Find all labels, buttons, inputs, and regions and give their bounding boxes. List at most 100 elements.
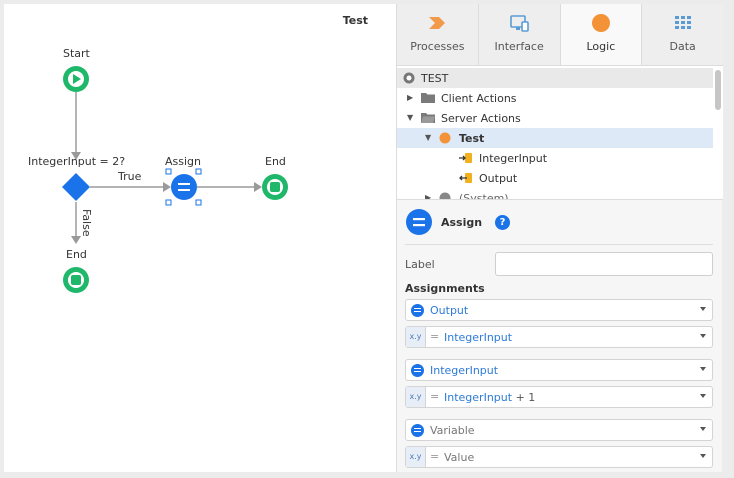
element-tree[interactable]: TEST ▶ Client Actions ▼ Server Actions ▼ <box>397 66 723 200</box>
equals-sign: = <box>430 390 440 403</box>
tree-scrollbar[interactable] <box>715 70 721 110</box>
tree-item-client-actions-label: Client Actions <box>441 92 517 105</box>
equals-sign: = <box>430 330 440 343</box>
chevron-down-icon <box>700 427 706 431</box>
interface-icon <box>510 15 529 32</box>
assignment-variable-placeholder: Variable <box>430 424 475 437</box>
processes-icon <box>429 17 446 29</box>
output-parameter-icon <box>459 173 472 183</box>
tree-item-root[interactable]: TEST <box>397 68 713 88</box>
assignment-expression: IntegerInput + 1 <box>444 391 535 404</box>
start-node[interactable] <box>63 66 89 92</box>
assignment-value-expression[interactable]: x.y = IntegerInput <box>405 326 713 348</box>
tree-item-system-label: (System) <box>459 192 509 200</box>
tab-data[interactable]: Data <box>642 4 723 65</box>
connector-if-to-assign <box>90 182 171 192</box>
tab-logic-label: Logic <box>586 40 616 53</box>
action-icon <box>439 132 451 144</box>
expression-editor-button[interactable]: x.y <box>406 387 426 407</box>
chevron-down-icon <box>700 307 706 311</box>
flow-diagram <box>62 66 288 293</box>
expression-operator: + 1 <box>515 391 536 404</box>
assign-label: Assign <box>165 155 201 168</box>
tree-item-input-param-label: IntegerInput <box>479 152 548 165</box>
label-caption: Label <box>405 258 435 271</box>
variable-icon <box>411 424 424 437</box>
properties-panel: Assign ? Label Assignments Output x.y = … <box>397 200 723 472</box>
properties-header: Assign ? <box>405 208 705 236</box>
folder-open-icon <box>421 113 435 123</box>
tab-logic[interactable]: Logic <box>560 4 643 65</box>
connector-assign-to-end <box>197 182 262 192</box>
end-right-label: End <box>265 155 286 168</box>
chevron-down-icon <box>700 367 706 371</box>
variable-icon <box>411 364 424 377</box>
start-label: Start <box>63 47 90 60</box>
system-icon <box>439 192 451 199</box>
assignment-variable-select[interactable]: Output <box>405 299 713 321</box>
end-node-right[interactable] <box>262 174 288 200</box>
tab-interface-label: Interface <box>494 40 544 53</box>
chevron-right-icon[interactable]: ▶ <box>425 193 431 199</box>
tree-item-test-action[interactable]: ▼ Test <box>397 128 713 148</box>
chevron-down-icon <box>700 454 706 458</box>
assignments-caption: Assignments <box>405 282 485 295</box>
chevron-down-icon[interactable]: ▼ <box>407 113 413 122</box>
equals-sign: = <box>430 450 440 463</box>
tab-interface[interactable]: Interface <box>479 4 561 65</box>
tree-item-server-actions-label: Server Actions <box>441 112 521 125</box>
assignment-expression: IntegerInput <box>444 331 512 344</box>
tree-item-client-actions[interactable]: ▶ Client Actions <box>397 88 713 108</box>
end-bottom-label: End <box>66 248 87 261</box>
if-node[interactable] <box>62 173 90 201</box>
app-root: Test Start IntegerInput = 2? Assign End … <box>0 0 734 478</box>
label-input[interactable] <box>495 252 713 276</box>
tab-processes-label: Processes <box>410 40 465 53</box>
false-label: False <box>80 209 93 237</box>
tab-processes[interactable]: Processes <box>397 4 479 65</box>
module-icon <box>403 72 415 84</box>
expression-identifier: IntegerInput <box>444 391 513 404</box>
input-parameter-icon <box>459 153 472 163</box>
chevron-down-icon <box>700 394 706 398</box>
assignment-expression-placeholder: Value <box>444 451 475 464</box>
connector-start-to-if <box>71 92 81 160</box>
tree-item-output-param[interactable]: Output <box>397 168 713 188</box>
panel-tabs: Processes Interface Logic Data <box>397 4 723 66</box>
tree-item-input-param[interactable]: IntegerInput <box>397 148 713 168</box>
expression-identifier: IntegerInput <box>444 331 513 344</box>
assign-node[interactable] <box>165 168 202 206</box>
chevron-down-icon[interactable]: ▼ <box>425 133 431 142</box>
tree-item-server-actions[interactable]: ▼ Server Actions <box>397 108 713 128</box>
right-panel: Processes Interface Logic Data TEST ▶ Cl… <box>396 4 723 472</box>
assignment-value-expression[interactable]: x.y = Value <box>405 446 713 468</box>
if-label: IntegerInput = 2? <box>28 155 126 168</box>
folder-icon <box>421 93 435 103</box>
assignment-value-expression[interactable]: x.y = IntegerInput + 1 <box>405 386 713 408</box>
assignment-variable-value: IntegerInput <box>430 364 499 377</box>
assignment-variable-select[interactable]: Variable <box>405 419 713 441</box>
end-node-bottom[interactable] <box>63 267 89 293</box>
flow-canvas[interactable]: Test Start IntegerInput = 2? Assign End … <box>4 4 396 472</box>
stop-icon <box>71 275 81 285</box>
assign-icon <box>406 209 432 235</box>
help-icon[interactable]: ? <box>495 215 510 230</box>
assignment-variable-value: Output <box>430 304 469 317</box>
tree-item-root-label: TEST <box>421 72 449 85</box>
data-icon <box>674 16 691 29</box>
chevron-down-icon <box>700 334 706 338</box>
true-label: True <box>118 170 142 183</box>
stop-icon <box>270 182 280 192</box>
variable-icon <box>411 304 424 317</box>
assignment-variable-select[interactable]: IntegerInput <box>405 359 713 381</box>
properties-title: Assign <box>441 216 483 229</box>
expression-editor-button[interactable]: x.y <box>406 447 426 467</box>
tab-data-label: Data <box>669 40 696 53</box>
tree-item-test-label: Test <box>459 132 485 145</box>
chevron-right-icon[interactable]: ▶ <box>407 93 413 102</box>
logic-icon <box>591 14 610 32</box>
divider <box>405 244 713 245</box>
tree-item-system[interactable]: ▶ (System) <box>397 188 713 200</box>
tree-item-output-param-label: Output <box>479 172 518 185</box>
expression-editor-button[interactable]: x.y <box>406 327 426 347</box>
